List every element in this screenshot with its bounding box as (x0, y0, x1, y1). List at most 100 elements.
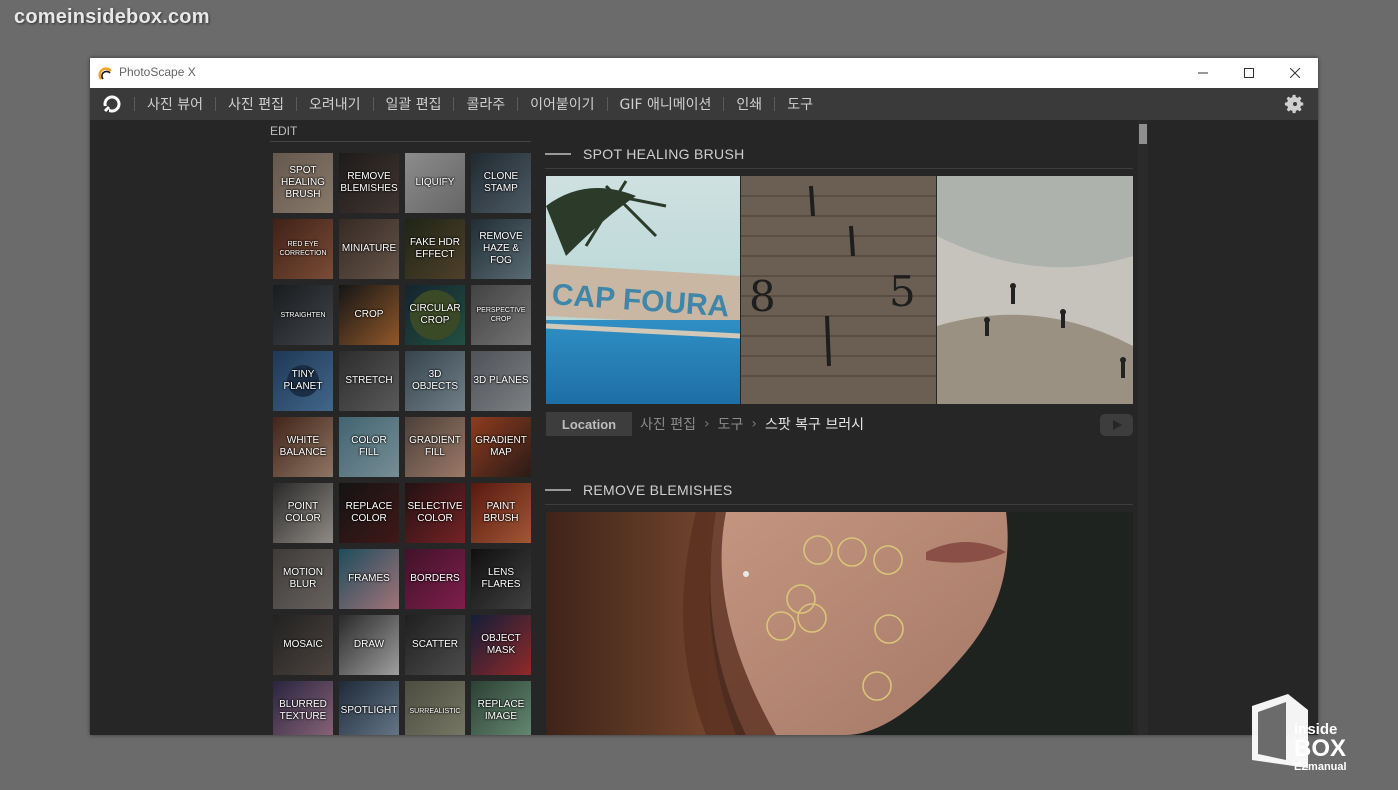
tool-tile-label: REPLACE IMAGE (477, 699, 525, 722)
tool-tile-liquify[interactable]: LIQUIFY (405, 153, 465, 213)
edit-section-label: EDIT (270, 124, 298, 138)
tool-tile-red-eye[interactable]: RED EYE CORRECTION (273, 219, 333, 279)
tool-tile-label: REMOVE HAZE & FOG (479, 231, 523, 266)
tool-tile-label: BLURRED TEXTURE (279, 699, 327, 722)
tool-tile-surrealistic[interactable]: SURREALISTIC (405, 681, 465, 735)
tool-tile-label: STRETCH (345, 375, 393, 386)
svg-text:5: 5 (889, 267, 916, 316)
tool-tile-label: LENS FLARES (481, 567, 521, 590)
tool-tile-gradient-fill[interactable]: GRADIENT FILL (405, 417, 465, 477)
section-title: REMOVE BLEMISHES (583, 482, 733, 498)
tool-tile-label: CLONE STAMP (483, 171, 519, 194)
tool-tile-label: GRADIENT MAP (475, 435, 527, 458)
tool-tile-straighten[interactable]: STRAIGHTEN (273, 285, 333, 345)
brand-line3: EZmanual (1294, 761, 1347, 773)
preview-photo-boat: CAP FOURA (546, 176, 740, 404)
tool-tile-mosaic[interactable]: MOSAIC (273, 615, 333, 675)
tool-tile-label: STRAIGHTEN (280, 311, 326, 319)
section-header: REMOVE BLEMISHES (545, 480, 1133, 500)
tool-tile-remove-haze[interactable]: REMOVE HAZE & FOG (471, 219, 531, 279)
tool-tile-stretch[interactable]: STRETCH (339, 351, 399, 411)
preview-photo-beach (937, 176, 1133, 404)
tool-tile-clone-stamp[interactable]: CLONE STAMP (471, 153, 531, 213)
tool-tile-3d-planes[interactable]: 3D PLANES (471, 351, 531, 411)
menu-item-4[interactable]: 콜라주 (454, 94, 517, 114)
photoscape-logo-icon (98, 67, 112, 80)
tool-tile-motion-blur[interactable]: MOTION BLUR (273, 549, 333, 609)
tool-tile-paint-brush[interactable]: PAINT BRUSH (471, 483, 531, 543)
tool-tile-lens-flares[interactable]: LENS FLARES (471, 549, 531, 609)
brand-line2: BOX (1294, 735, 1346, 762)
tool-tile-label: OBJECT MASK (481, 633, 521, 656)
tool-tile-gradient-map[interactable]: GRADIENT MAP (471, 417, 531, 477)
menu-item-0[interactable]: 사진 뷰어 (135, 94, 215, 114)
tool-tile-label: TINY PLANET (283, 369, 323, 392)
minimize-button[interactable] (1180, 58, 1226, 88)
tool-tile-label: 3D OBJECTS (411, 369, 459, 392)
breadcrumb-item: 사진 편집 (640, 417, 696, 433)
menu-item-3[interactable]: 일괄 편집 (374, 94, 454, 114)
tool-tile-label: SURREALISTIC (409, 707, 461, 715)
tool-tile-object-mask[interactable]: OBJECT MASK (471, 615, 531, 675)
tool-tile-scatter[interactable]: SCATTER (405, 615, 465, 675)
edit-tool-grid: SPOT HEALING BRUSH REMOVE BLEMISHES LIQUIF… (273, 153, 531, 735)
tool-tile-color-fill[interactable]: COLOR FILL (339, 417, 399, 477)
tool-tile-fake-hdr[interactable]: FAKE HDR EFFECT (405, 219, 465, 279)
menu-item-1[interactable]: 사진 편집 (216, 94, 296, 114)
menu-item-5[interactable]: 이어붙이기 (518, 94, 606, 114)
tool-tile-label: COLOR FILL (351, 435, 387, 458)
tool-tile-3d-objects[interactable]: 3D OBJECTS (405, 351, 465, 411)
tool-tile-spot-healing[interactable]: SPOT HEALING BRUSH (273, 153, 333, 213)
location-button[interactable]: Location (546, 412, 632, 436)
window-title: PhotoScape X (119, 65, 196, 79)
main-content: EDIT SPOT HEALING BRUSH REMOVE BLEMISHES L… (90, 120, 1318, 735)
tool-tile-point-color[interactable]: POINT COLOR (273, 483, 333, 543)
tool-tile-selective-color[interactable]: SELECTIVE COLOR (405, 483, 465, 543)
tool-tile-crop[interactable]: CROP (339, 285, 399, 345)
feature-preview-panel: SPOT HEALING BRUSH CAP FOURA 8 5 Locatio… (545, 120, 1135, 735)
tool-tile-label: GRADIENT FILL (409, 435, 461, 458)
tool-tile-remove-blemishes[interactable]: REMOVE BLEMISHES (339, 153, 399, 213)
tool-tile-borders[interactable]: BORDERS (405, 549, 465, 609)
tool-tile-label: MINIATURE (341, 243, 397, 254)
tool-tile-label: FAKE HDR EFFECT (409, 237, 460, 260)
divider (545, 168, 1133, 169)
tool-tile-perspective-crop[interactable]: PERSPECTIVE CROP (471, 285, 531, 345)
menu-item-7[interactable]: 인쇄 (724, 94, 774, 114)
tool-tile-replace-image[interactable]: REPLACE IMAGE (471, 681, 531, 735)
close-button[interactable] (1272, 58, 1318, 88)
menu-item-6[interactable]: GIF 애니메이션 (608, 94, 724, 114)
tool-tile-label: CIRCULAR CROP (409, 303, 461, 326)
tool-tile-draw[interactable]: DRAW (339, 615, 399, 675)
breadcrumb-item-current: 스팟 복구 브러시 (764, 417, 865, 433)
tool-tile-label: SELECTIVE COLOR (407, 501, 463, 524)
tool-tile-tiny-planet[interactable]: TINY PLANET (273, 351, 333, 411)
tool-tile-white-balance[interactable]: WHITE BALANCE (273, 417, 333, 477)
preview-photo-portrait (546, 512, 1133, 735)
menu-item-2[interactable]: 오려내기 (297, 94, 373, 114)
tool-tile-label: SCATTER (412, 639, 458, 650)
divider (545, 504, 1133, 505)
home-logo-icon[interactable] (102, 94, 122, 114)
tool-tile-replace-color[interactable]: REPLACE COLOR (339, 483, 399, 543)
svg-text:8: 8 (749, 272, 776, 321)
scrollbar-thumb[interactable] (1139, 124, 1147, 144)
video-play-icon[interactable] (1100, 414, 1133, 436)
tool-tile-miniature[interactable]: MINIATURE (339, 219, 399, 279)
site-watermark: comeinsidebox.com (14, 6, 210, 28)
menu-item-8[interactable]: 도구 (775, 94, 825, 114)
tool-tile-label: REMOVE BLEMISHES (340, 171, 398, 194)
vertical-scrollbar[interactable] (1138, 120, 1148, 735)
minimize-icon (1198, 72, 1208, 74)
gear-icon[interactable] (1284, 93, 1306, 115)
tool-tile-spotlight[interactable]: SPOTLIGHT (339, 681, 399, 735)
maximize-icon (1244, 68, 1254, 78)
app-window: PhotoScape X 사진 뷰어 사진 편집 오려내기 일괄 편집 콜라주 이어붙이기… (90, 58, 1318, 735)
tool-tile-blurred-texture[interactable]: BLURRED TEXTURE (273, 681, 333, 735)
maximize-button[interactable] (1226, 58, 1272, 88)
close-icon (1290, 68, 1300, 78)
location-bar: Location 사진 편집 › 도구 › 스팟 복구 브러시 (546, 412, 1133, 436)
section-dash (545, 489, 571, 491)
tool-tile-circular-crop[interactable]: CIRCULAR CROP (405, 285, 465, 345)
tool-tile-frames[interactable]: FRAMES (339, 549, 399, 609)
